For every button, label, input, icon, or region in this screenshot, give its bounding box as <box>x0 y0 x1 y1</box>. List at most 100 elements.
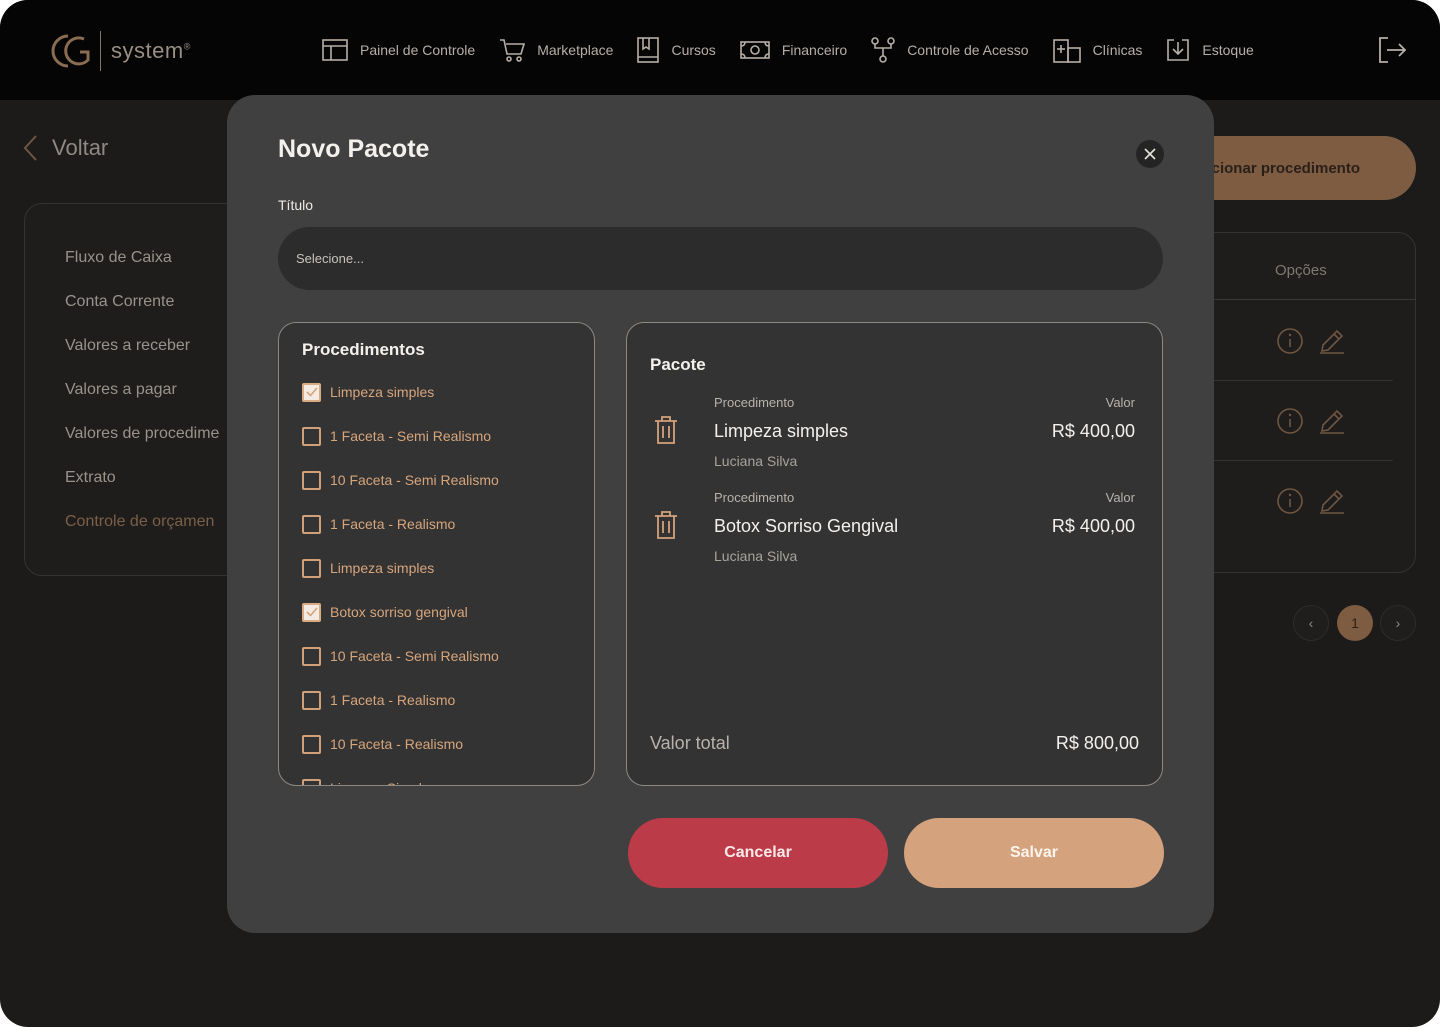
checkbox[interactable] <box>302 470 321 490</box>
cart-icon <box>500 39 526 62</box>
brand-logo[interactable]: system® <box>44 30 191 72</box>
procedure-label: Procedimento <box>714 490 795 505</box>
back-label: Voltar <box>52 135 109 160</box>
package-panel: Pacote Procedimento Valor Limpeza simple… <box>626 322 1163 786</box>
procedure-option-label: 10 Faceta - Semi Realismo <box>330 648 499 664</box>
nav-item-marketplace[interactable]: Marketplace <box>499 36 613 64</box>
title-select[interactable]: Selecione... <box>278 227 1163 290</box>
procedure-option-label: 1 Faceta - Realismo <box>330 692 456 708</box>
package-item: Procedimento Valor Botox Sorriso Gengiva… <box>627 490 1164 570</box>
nav-item-painel[interactable]: Painel de Controle <box>322 36 475 64</box>
back-link[interactable]: Voltar <box>22 134 108 162</box>
nav-item-financeiro[interactable]: Financeiro <box>740 36 847 64</box>
nav-label: Painel de Controle <box>360 42 476 58</box>
value-label: Valor <box>1105 395 1135 410</box>
value-label: Valor <box>1105 490 1135 505</box>
sidebar-item-orcamento[interactable]: Controle de orçamen <box>65 513 214 531</box>
checkbox[interactable] <box>302 734 321 754</box>
checkbox[interactable] <box>302 558 321 578</box>
sidebar-item-conta[interactable]: Conta Corrente <box>65 293 174 311</box>
dashboard-icon <box>322 39 348 61</box>
sidebar-item-pagar[interactable]: Valores a pagar <box>65 381 177 399</box>
procedure-option-label: 1 Faceta - Semi Realismo <box>330 428 492 444</box>
nav-item-estoque[interactable]: Estoque <box>1166 36 1254 64</box>
download-box-icon <box>1167 39 1190 61</box>
procedure-option[interactable]: 1 Faceta - Realismo <box>302 690 455 710</box>
money-icon <box>740 41 770 59</box>
main-nav: Painel de Controle Marketplace Cursos Fi… <box>322 36 1278 64</box>
procedure-option[interactable]: Botox sorriso gengival <box>302 602 468 622</box>
logo-divider <box>100 31 101 71</box>
logout-button[interactable] <box>1378 36 1408 64</box>
info-icon[interactable] <box>1276 327 1304 355</box>
package-item: Procedimento Valor Limpeza simples R$ 40… <box>627 395 1164 475</box>
logout-icon <box>1379 37 1407 63</box>
nav-item-controle-acesso[interactable]: Controle de Acesso <box>871 36 1029 64</box>
edit-icon[interactable] <box>1318 487 1346 515</box>
procedure-option-label: Limpeza Simples <box>330 780 437 785</box>
save-button[interactable]: Salvar <box>904 818 1164 888</box>
pagination-current[interactable]: 1 <box>1337 605 1373 641</box>
package-title: Pacote <box>650 355 706 374</box>
nav-label: Cursos <box>671 42 716 58</box>
nav-label: Clínicas <box>1092 42 1143 58</box>
procedure-option[interactable]: Limpeza Simples <box>302 778 437 785</box>
pagination-next[interactable]: › <box>1380 605 1416 641</box>
pagination-prev[interactable]: ‹ <box>1293 605 1329 641</box>
nav-label: Estoque <box>1202 42 1254 58</box>
procedure-label: Procedimento <box>714 395 795 410</box>
procedure-option[interactable]: 10 Faceta - Semi Realismo <box>302 646 499 666</box>
trash-icon[interactable] <box>653 415 679 445</box>
network-icon <box>871 37 895 63</box>
sidebar-item-receber[interactable]: Valores a receber <box>65 337 190 355</box>
total-label: Valor total <box>650 733 730 753</box>
check-icon <box>305 607 318 617</box>
procedure-professional: Luciana Silva <box>714 453 798 469</box>
procedure-option[interactable]: 1 Faceta - Semi Realismo <box>302 426 491 446</box>
modal-close-button[interactable] <box>1136 140 1164 168</box>
procedure-option[interactable]: Limpeza simples <box>302 382 434 402</box>
procedure-name: Botox Sorriso Gengival <box>714 516 899 536</box>
sidebar-item-fluxo[interactable]: Fluxo de Caixa <box>65 249 172 267</box>
check-icon <box>305 387 318 397</box>
cancel-button[interactable]: Cancelar <box>628 818 888 888</box>
procedure-option[interactable]: Limpeza simples <box>302 558 434 578</box>
info-icon[interactable] <box>1276 487 1304 515</box>
procedure-option[interactable]: 1 Faceta - Realismo <box>302 514 455 534</box>
finance-sidebar: Fluxo de Caixa Conta Corrente Valores a … <box>24 203 254 576</box>
book-icon <box>637 37 660 63</box>
procedure-name: Limpeza simples <box>714 421 849 441</box>
edit-icon[interactable] <box>1318 327 1346 355</box>
checkbox[interactable] <box>302 690 321 710</box>
procedure-option-label: Limpeza simples <box>330 384 435 400</box>
building-icon <box>1052 39 1081 63</box>
procedure-option-label: Limpeza simples <box>330 560 435 576</box>
new-package-modal: Novo Pacote Título Selecione... Procedim… <box>227 95 1214 933</box>
procedure-option-label: Botox sorriso gengival <box>330 604 468 620</box>
edit-icon[interactable] <box>1318 407 1346 435</box>
checkbox[interactable] <box>302 426 321 446</box>
trash-icon[interactable] <box>653 510 679 540</box>
procedures-panel[interactable]: Procedimentos Limpeza simples 1 Faceta - … <box>278 322 595 786</box>
info-icon[interactable] <box>1276 407 1304 435</box>
checkbox[interactable] <box>302 514 321 534</box>
logo-mark-icon <box>44 30 96 72</box>
row-divider <box>1200 460 1393 461</box>
total-value: R$ 800,00 <box>1055 733 1139 753</box>
sidebar-item-procedimentos[interactable]: Valores de procedime <box>65 425 219 443</box>
checkbox-checked[interactable] <box>302 602 321 622</box>
procedure-option[interactable]: 10 Faceta - Semi Realismo <box>302 470 499 490</box>
nav-item-clinicas[interactable]: Clínicas <box>1052 36 1143 64</box>
checkbox-checked[interactable] <box>302 382 321 402</box>
table-header-options: Opções <box>1275 262 1327 279</box>
checkbox[interactable] <box>302 778 321 785</box>
procedures-title: Procedimentos <box>302 340 425 359</box>
top-navbar: system® Painel de Controle Marketplace C… <box>0 0 1440 100</box>
nav-item-cursos[interactable]: Cursos <box>637 36 716 64</box>
procedure-option-label: 10 Faceta - Semi Realismo <box>330 472 499 488</box>
checkbox[interactable] <box>302 646 321 666</box>
app-frame: system® Painel de Controle Marketplace C… <box>0 0 1440 1027</box>
procedure-option[interactable]: 10 Faceta - Realismo <box>302 734 463 754</box>
row-divider <box>1200 380 1393 381</box>
sidebar-item-extrato[interactable]: Extrato <box>65 469 116 487</box>
